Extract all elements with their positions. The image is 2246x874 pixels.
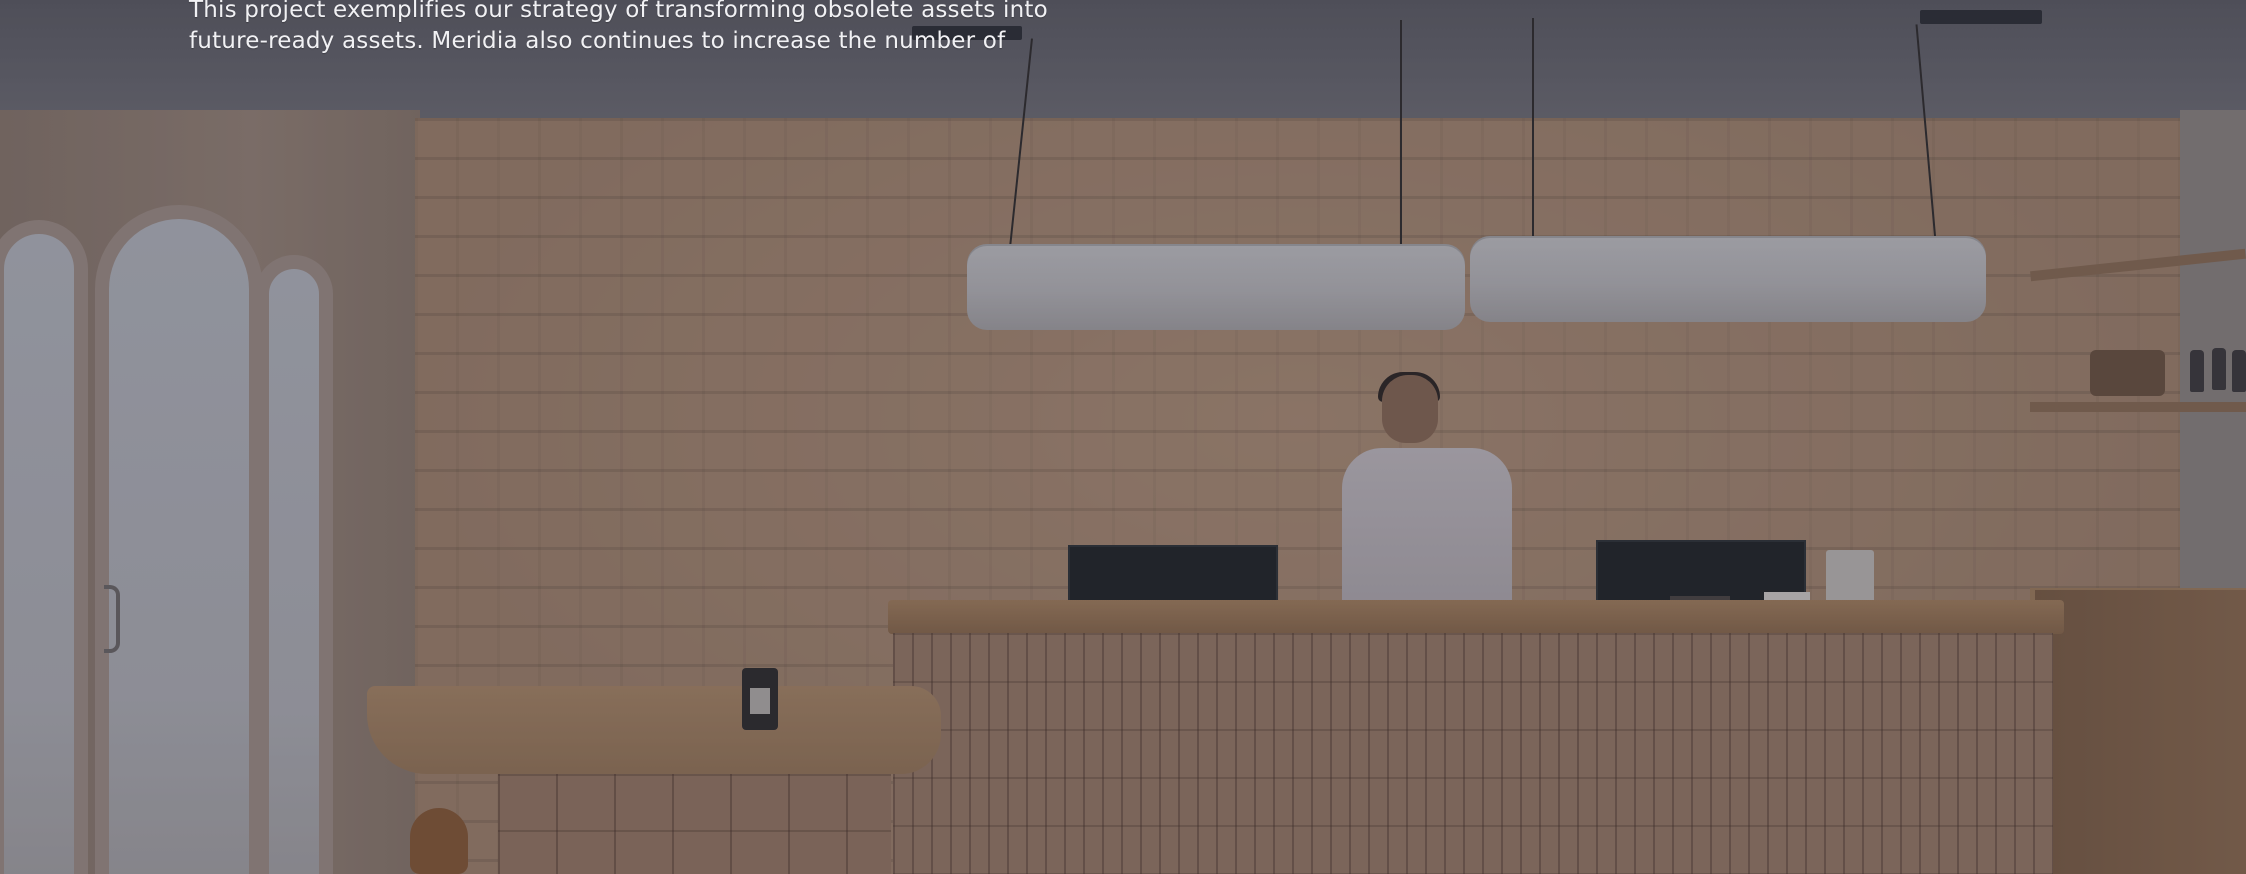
hotel-reception-photo: [0, 0, 2246, 874]
caption-line: future-ready assets. Meridia also contin…: [189, 28, 1006, 54]
caption-line: This project exemplifies our strategy of…: [189, 0, 1048, 23]
hero-caption: This project exemplifies our strategy of…: [189, 0, 1089, 57]
image-dim-overlay: [0, 0, 2246, 874]
